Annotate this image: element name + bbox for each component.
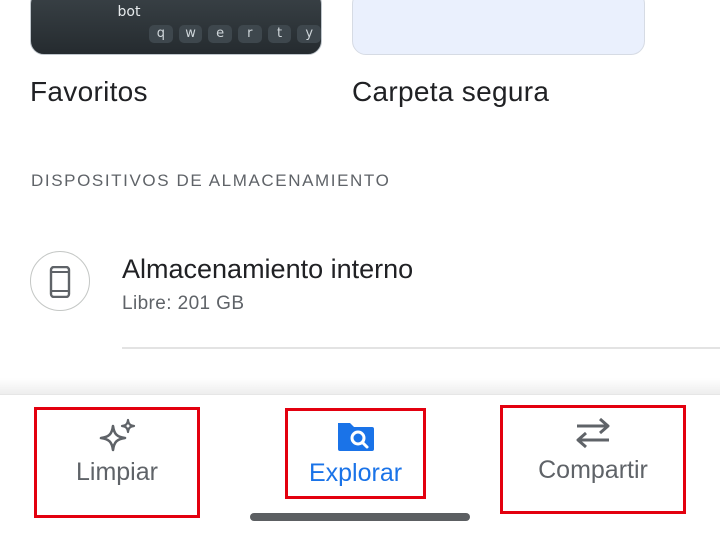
photo-key: bot: [117, 4, 141, 20]
favorites-card[interactable]: bot q w e r t y: [30, 0, 322, 55]
photo-key: t: [267, 25, 292, 43]
photo-keyboard-row-1: bot: [109, 3, 321, 21]
favorites-label[interactable]: Favoritos: [30, 76, 148, 108]
photo-key: q: [149, 25, 173, 43]
secure-folder-card[interactable]: [352, 0, 645, 55]
row-divider: [122, 347, 720, 349]
nav-item-clean[interactable]: Limpiar: [34, 407, 200, 518]
nav-item-browse[interactable]: Explorar: [285, 408, 426, 499]
photo-key: r: [238, 25, 262, 43]
nav-label-clean: Limpiar: [76, 458, 158, 486]
internal-storage-row[interactable]: Almacenamiento interno Libre: 201 GB: [0, 240, 720, 350]
photo-key: e: [208, 25, 233, 43]
storage-free-space: Libre: 201 GB: [122, 293, 245, 314]
nav-item-share[interactable]: Compartir: [500, 405, 686, 514]
phone-icon: [30, 251, 90, 311]
photo-key: w: [178, 25, 203, 43]
nav-label-browse: Explorar: [308, 459, 403, 487]
storage-title: Almacenamiento interno: [122, 254, 414, 284]
storage-section-header: DISPOSITIVOS DE ALMACENAMIENTO: [31, 171, 391, 190]
photo-key: y: [297, 25, 321, 43]
nav-label-share: Compartir: [538, 456, 648, 484]
sparkles-icon: [95, 418, 139, 459]
folder-search-icon: [336, 419, 376, 458]
gesture-home-bar[interactable]: [250, 513, 470, 521]
swap-arrows-icon: [573, 416, 613, 455]
photo-keyboard-row-2: q w e r t y: [149, 25, 321, 43]
secure-folder-label[interactable]: Carpeta segura: [352, 76, 549, 108]
